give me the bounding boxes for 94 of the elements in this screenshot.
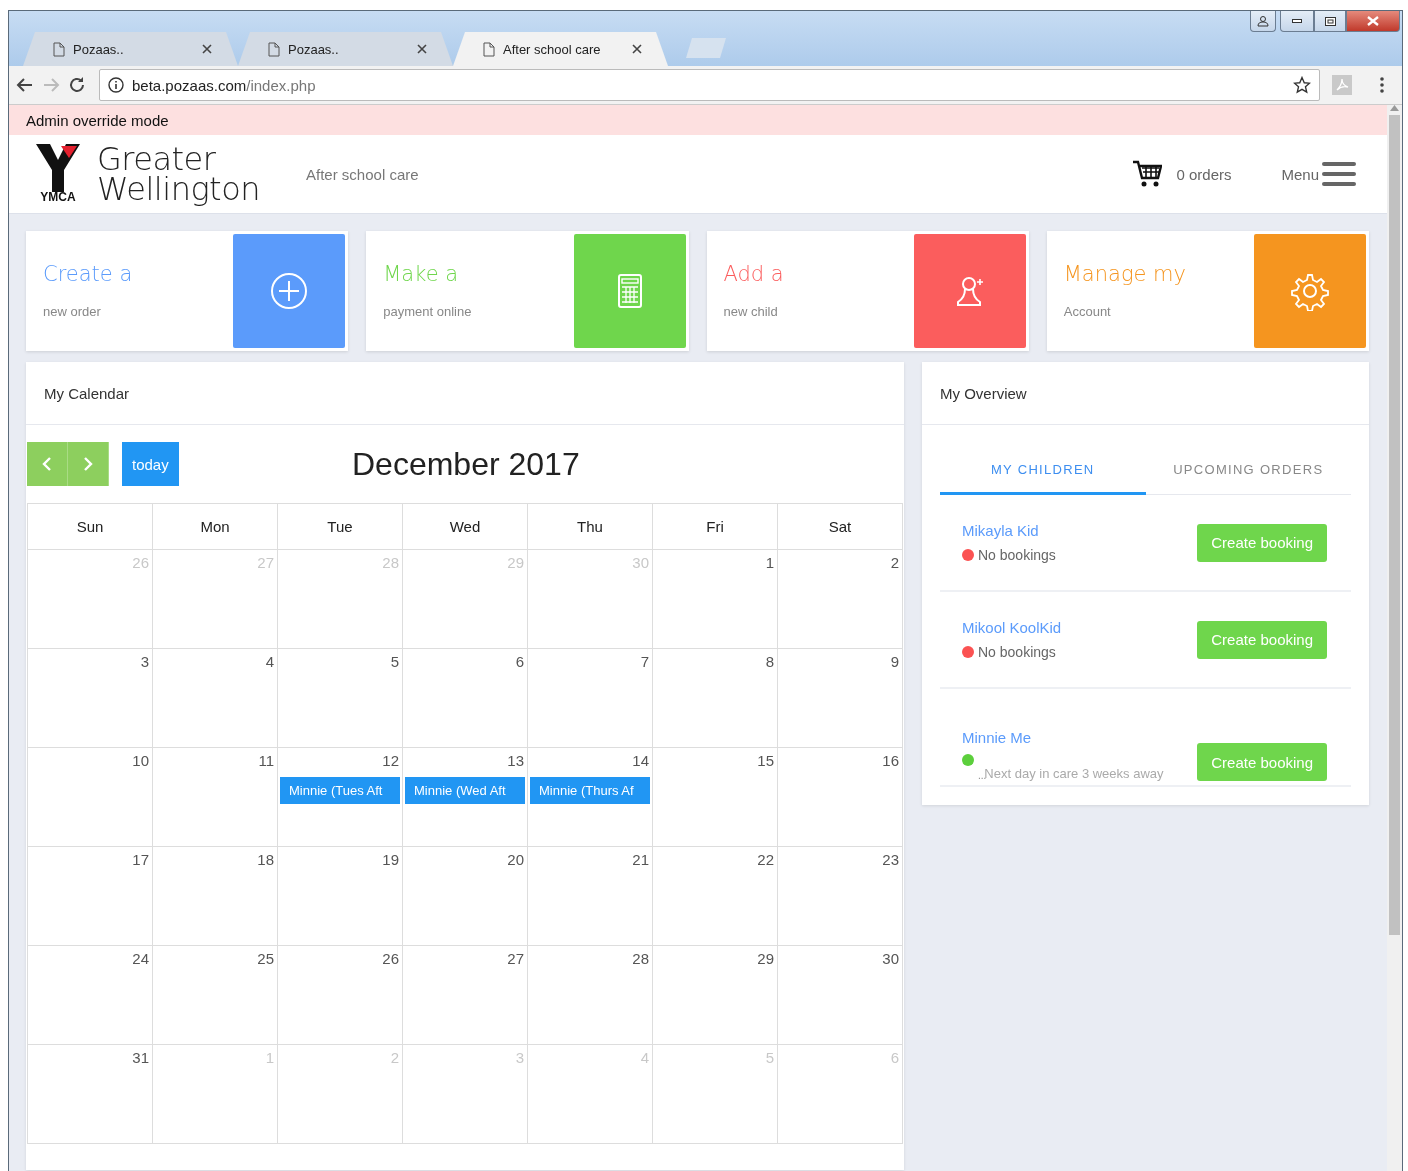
tile-subtitle: payment online (383, 304, 473, 319)
close-icon[interactable] (202, 44, 212, 54)
day-number[interactable]: 26 (382, 950, 400, 967)
page-icon (483, 41, 495, 57)
day-number[interactable]: 29 (757, 950, 775, 967)
tile-subtitle: new child (723, 304, 779, 319)
day-number[interactable]: 10 (132, 752, 150, 769)
brand-mark: YMCA (40, 190, 76, 204)
minimize-button[interactable] (1280, 11, 1314, 32)
day-number[interactable]: 20 (507, 851, 525, 868)
info-icon[interactable] (108, 77, 124, 93)
weekday-header: Mon (200, 518, 230, 535)
day-number[interactable]: 7 (640, 653, 650, 670)
booking-status: No bookings (978, 644, 1056, 660)
section-title: After school care (306, 165, 420, 183)
day-number[interactable]: 11 (258, 752, 275, 769)
day-number[interactable]: 24 (132, 950, 150, 967)
day-number[interactable]: 12 (382, 752, 400, 769)
day-number[interactable]: 21 (632, 851, 650, 868)
chevron-left-icon (42, 457, 52, 471)
day-number[interactable]: 13 (507, 752, 525, 769)
day-number[interactable]: 27 (507, 950, 525, 967)
action-tile[interactable]: Manage my Account (1046, 231, 1369, 351)
day-number[interactable]: 17 (132, 851, 150, 868)
day-number[interactable]: 3 (140, 653, 150, 670)
weekday-header: Thu (577, 518, 603, 535)
cart-icon[interactable] (1132, 159, 1163, 189)
day-number[interactable]: 31 (132, 1049, 150, 1066)
restore-icon (1324, 16, 1336, 26)
logo[interactable]: YMCA Greater Wellington (35, 144, 260, 204)
weekday-header: Tue (327, 518, 353, 535)
tile-title: Manage my (1063, 262, 1187, 286)
overview-tab[interactable]: UPCOMING ORDERS (1145, 447, 1351, 495)
day-number[interactable]: 8 (765, 653, 775, 670)
tile-title: Make a (383, 262, 460, 286)
admin-mode-label: Admin override mode (26, 111, 169, 129)
browser-tab[interactable]: Pozaas.. (238, 32, 453, 66)
tile-title: Add a (723, 262, 785, 286)
close-icon[interactable] (632, 44, 642, 54)
menu-icon (1321, 161, 1357, 187)
orders-count[interactable]: 0 orders (1176, 165, 1232, 183)
action-tile[interactable]: Create a new order (26, 231, 349, 351)
day-number[interactable]: 30 (882, 950, 900, 967)
person-icon (1257, 15, 1269, 27)
action-tile[interactable]: Add a new child (706, 231, 1029, 351)
day-number[interactable]: 23 (882, 851, 900, 868)
panel-title: My Calendar (44, 384, 130, 402)
url-text: beta.pozaas.com/index.php (132, 76, 317, 94)
weekday-header: Sat (828, 518, 852, 535)
day-number[interactable]: 25 (257, 950, 275, 967)
weekday-header: Fri (706, 518, 724, 535)
month-title: December 2017 (352, 445, 580, 482)
day-number[interactable]: 1 (765, 554, 775, 571)
y-mark-icon (36, 144, 80, 192)
day-number[interactable]: 15 (757, 752, 775, 769)
tile-title: Create a (43, 262, 134, 286)
close-icon[interactable] (417, 44, 427, 54)
browser-tab[interactable]: After school care (453, 32, 668, 66)
address-bar[interactable]: beta.pozaas.com/index.php (99, 69, 1320, 101)
day-number[interactable]: 2 (890, 554, 900, 571)
profile-button[interactable] (1250, 11, 1276, 32)
settings-icon (1290, 271, 1330, 311)
day-number[interactable]: 28 (632, 950, 650, 967)
day-number[interactable]: 19 (382, 851, 400, 868)
day-number[interactable]: 22 (757, 851, 775, 868)
restore-button[interactable] (1314, 11, 1346, 32)
day-number[interactable]: 9 (890, 653, 900, 670)
brand-name: Wellington (97, 174, 260, 204)
chevron-right-icon (83, 457, 93, 471)
minimize-icon (1292, 19, 1302, 23)
weekday-header: Sun (76, 518, 104, 535)
plus-circle-icon (269, 271, 310, 311)
panel-title: My Overview (940, 384, 1027, 402)
tile-subtitle: new order (43, 304, 102, 319)
day-number[interactable]: 18 (257, 851, 275, 868)
weekday-header: Wed (449, 518, 481, 535)
star-icon[interactable] (1293, 76, 1311, 94)
browser-tab[interactable]: Pozaas.. (23, 32, 238, 66)
day-number[interactable]: 6 (515, 653, 525, 670)
tile-subtitle: Account (1063, 304, 1112, 319)
reload-icon[interactable] (67, 75, 87, 95)
menu-button[interactable]: Menu (1281, 161, 1357, 187)
close-icon (1367, 16, 1379, 26)
window-close-button[interactable] (1346, 11, 1400, 32)
day-number[interactable]: 5 (390, 653, 400, 670)
action-tile[interactable]: Make a payment online (366, 231, 689, 351)
day-number[interactable]: 4 (265, 653, 275, 670)
scrollbar-thumb[interactable] (1389, 115, 1400, 935)
booking-status: No bookings (978, 547, 1056, 563)
day-number[interactable]: 14 (632, 752, 650, 769)
brand-name: Greater (97, 144, 216, 174)
page-icon (268, 41, 280, 57)
day-number[interactable]: 16 (882, 752, 900, 769)
page-icon (53, 41, 65, 57)
